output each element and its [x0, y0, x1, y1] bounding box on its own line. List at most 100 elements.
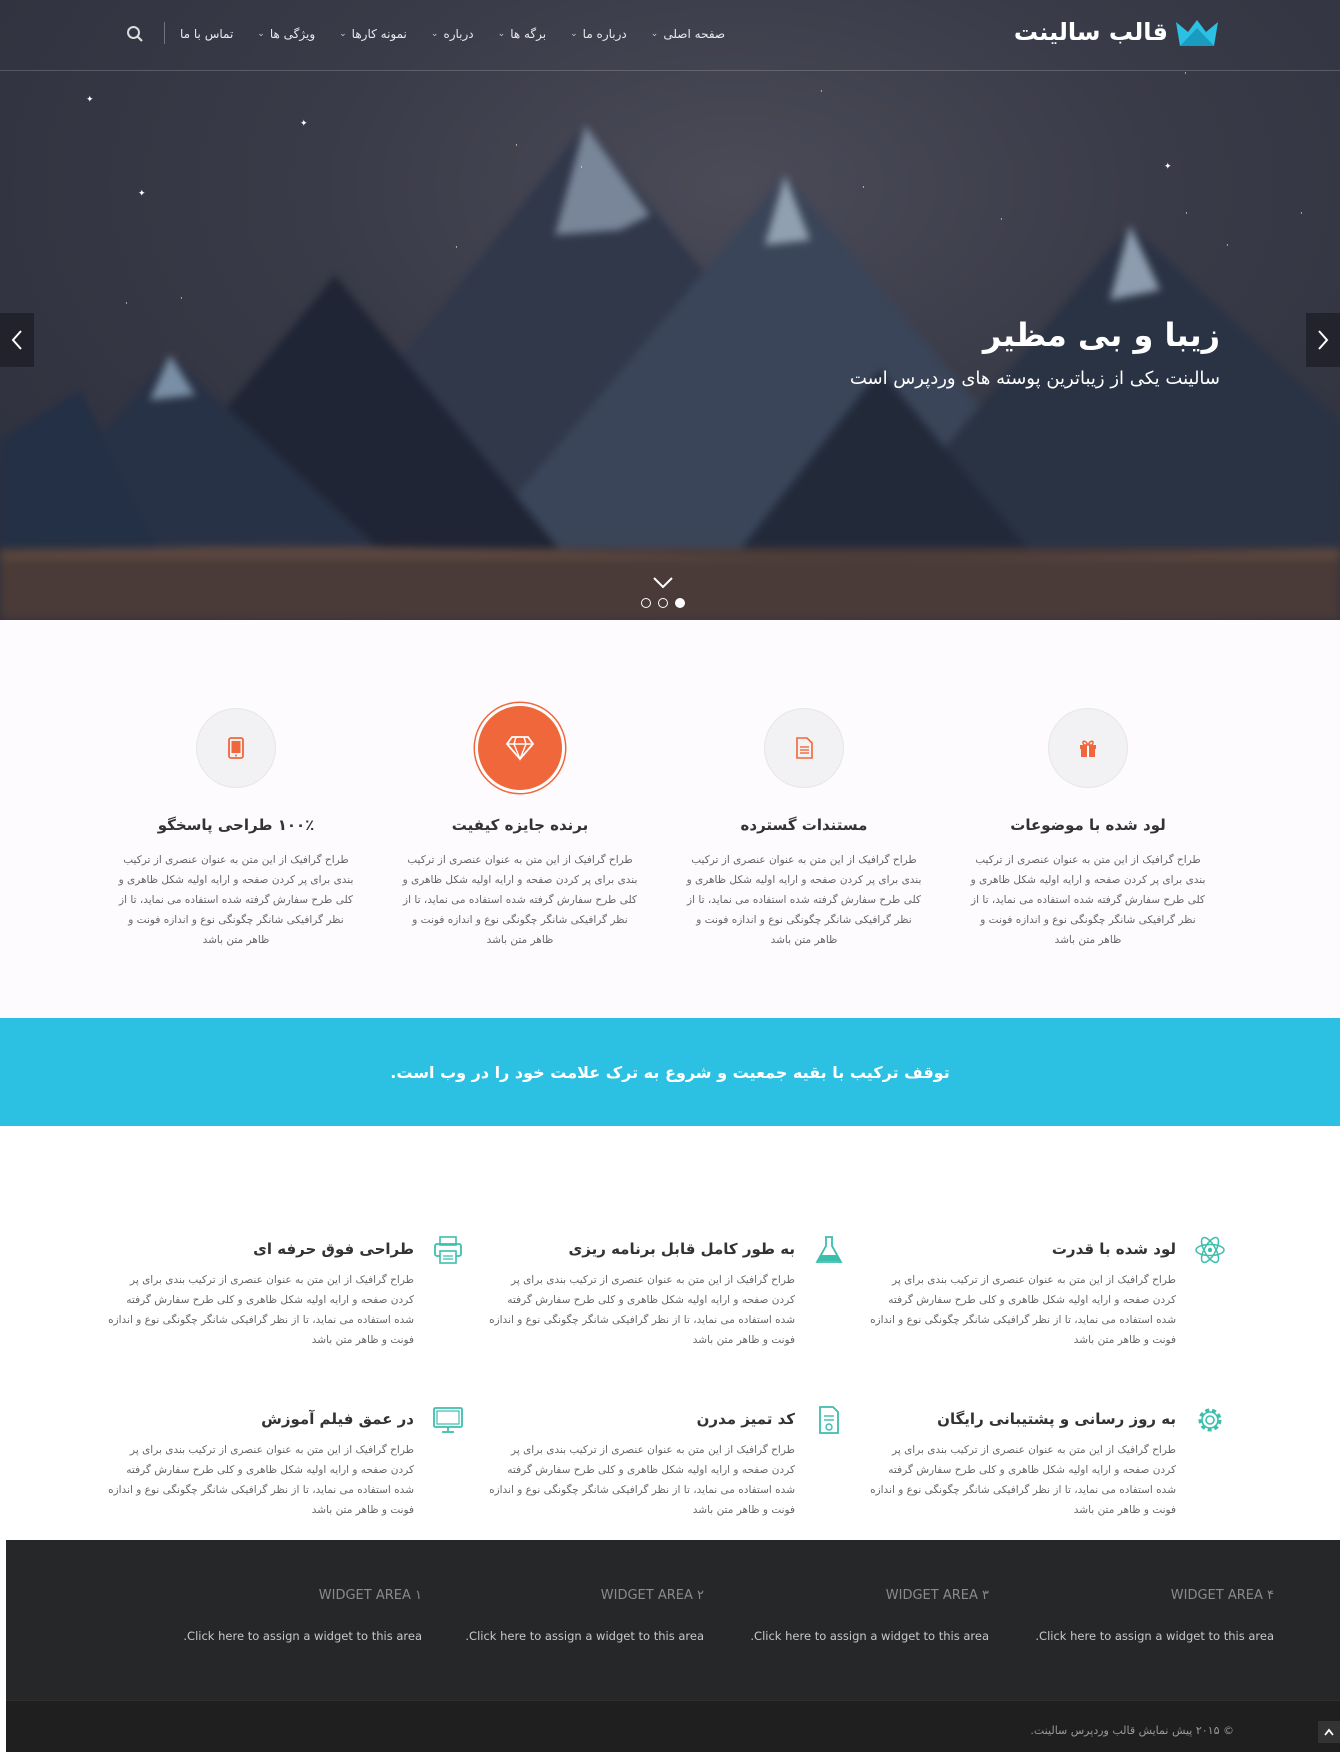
- feature-text: طراح گرافیک از این متن به عنوان عنصری از…: [970, 854, 1206, 946]
- gear-icon: [1198, 1408, 1222, 1432]
- nav-item-pages[interactable]: برگه ها ⌄: [498, 27, 546, 41]
- nav-item-home[interactable]: صفحه اصلی ⌄: [651, 27, 725, 41]
- code-file-icon: [819, 1406, 839, 1434]
- call-to-action-banner: توقف ترکیب با بقیه جمعیت و شروع به ترک ع…: [0, 1018, 1340, 1126]
- back-to-top-button[interactable]: [1318, 1721, 1340, 1743]
- widget-area: WIDGET AREA ۲ .Click here to assign a wi…: [464, 1588, 704, 1643]
- service-title: در عمق فیلم آموزش: [261, 1410, 414, 1428]
- nav-item-about-us[interactable]: درباره ما ⌄: [570, 27, 627, 41]
- services-section: لود شده با قدرت طراح گرافیک از این متن ب…: [0, 1126, 1340, 1540]
- feature-icon-circle: [764, 708, 844, 788]
- crown-logo-icon: [1176, 20, 1218, 46]
- chevron-right-icon: [1318, 330, 1329, 350]
- widget-area: WIDGET AREA ۴ .Click here to assign a wi…: [1034, 1588, 1274, 1643]
- widget-assign-link[interactable]: .Click here to assign a widget to this a…: [464, 1629, 704, 1643]
- feature-icon-circle: [1048, 708, 1128, 788]
- chevron-left-icon: [11, 330, 22, 350]
- feature-item: مستندات گسترده طراح گرافیک از این متن به…: [674, 708, 934, 950]
- slider-prev-button[interactable]: [0, 313, 34, 367]
- search-icon[interactable]: [126, 25, 144, 43]
- chevron-down-icon: ⌄: [570, 29, 578, 39]
- chevron-down-icon: ⌄: [650, 29, 659, 39]
- widget-assign-link[interactable]: .Click here to assign a widget to this a…: [1034, 1629, 1274, 1643]
- service-title: لود شده با قدرت: [1051, 1240, 1176, 1258]
- widget-area: WIDGET AREA ۱ .Click here to assign a wi…: [182, 1588, 422, 1643]
- widget-title: WIDGET AREA ۱: [318, 1588, 422, 1603]
- slide-dot-3[interactable]: [675, 598, 685, 608]
- service-title: کد تمیز مدرن: [696, 1410, 795, 1428]
- chevron-up-icon: [1324, 1728, 1334, 1736]
- service-text: طراح گرافیک از این متن به عنوان عنصری از…: [870, 1444, 1176, 1516]
- chevron-down-icon: ⌄: [339, 29, 347, 39]
- nav-label: نمونه کارها: [351, 27, 407, 41]
- top-navigation-bar: قالب سالینت صفحه اصلی ⌄ درباره ما ⌄ برگه ه…: [0, 0, 1340, 71]
- feature-title: لود شده با موضوعات: [1010, 816, 1166, 834]
- site-logo[interactable]: قالب سالینت: [1014, 18, 1218, 46]
- tablet-icon: [228, 737, 244, 759]
- nav-item-features[interactable]: ویژگی ها ⌄: [257, 27, 315, 41]
- scroll-down-icon[interactable]: [652, 576, 674, 590]
- slider-next-button[interactable]: [1306, 313, 1340, 367]
- main-menu: صفحه اصلی ⌄ درباره ما ⌄ برگه ها ⌄ درباره ⌄ ن…: [180, 22, 725, 46]
- widget-title: WIDGET AREA ۴: [1170, 1588, 1274, 1603]
- service-item: کد تمیز مدرن طراح گرافیک از این متن به ع…: [425, 1406, 839, 1520]
- flask-icon: [815, 1236, 843, 1263]
- widget-title: WIDGET AREA ۳: [885, 1588, 989, 1603]
- printer-icon: [434, 1236, 462, 1264]
- feature-text: طراح گرافیک از این متن به عنوان عنصری از…: [686, 854, 922, 946]
- service-text: طراح گرافیک از این متن به عنوان عنصری از…: [870, 1274, 1176, 1346]
- chevron-down-icon: ⌄: [257, 29, 265, 39]
- feature-item: ۱۰۰٪ طراحی پاسخگو طراح گرافیک از این متن…: [106, 708, 366, 950]
- copyright-text: © ۲۰۱۵ پیش نمایش قالب وردپرس سالینت.: [1030, 1724, 1234, 1737]
- diamond-icon: [505, 736, 535, 761]
- chevron-down-icon: ⌄: [430, 29, 439, 39]
- document-icon: [796, 737, 813, 759]
- footer-bottom-bar: © ۲۰۱۵ پیش نمایش قالب وردپرس سالینت.: [6, 1700, 1340, 1752]
- service-text: طراح گرافیک از این متن به عنوان عنصری از…: [108, 1274, 414, 1346]
- feature-title: ۱۰۰٪ طراحی پاسخگو: [157, 816, 315, 834]
- chevron-down-icon: ⌄: [497, 29, 506, 39]
- nav-item-about[interactable]: درباره ⌄: [431, 27, 474, 41]
- feature-title: برنده جایزه کیفیت: [451, 816, 589, 834]
- monitor-icon: [433, 1407, 463, 1433]
- feature-text: طراح گرافیک از این متن به عنوان عنصری از…: [402, 854, 638, 946]
- feature-text: طراح گرافیک از این متن به عنوان عنصری از…: [118, 854, 354, 946]
- service-title: به طور کامل قابل برنامه ریزی: [568, 1240, 795, 1258]
- slide-dot-2[interactable]: [658, 598, 668, 608]
- feature-icon-circle: [196, 708, 276, 788]
- gift-icon: [1080, 740, 1096, 757]
- nav-item-portfolio[interactable]: نمونه کارها ⌄: [339, 27, 407, 41]
- widget-title: WIDGET AREA ۲: [600, 1588, 704, 1603]
- features-section: لود شده با موضوعات طراح گرافیک از این مت…: [0, 620, 1340, 1018]
- nav-item-contact[interactable]: تماس با ما: [180, 27, 233, 41]
- service-item: به طور کامل قابل برنامه ریزی طراح گرافیک…: [425, 1236, 843, 1350]
- nav-label: درباره ما: [582, 27, 627, 41]
- service-item: لود شده با قدرت طراح گرافیک از این متن ب…: [806, 1236, 1225, 1350]
- service-text: طراح گرافیک از این متن به عنوان عنصری از…: [489, 1274, 795, 1346]
- widget-assign-link[interactable]: .Click here to assign a widget to this a…: [182, 1629, 422, 1643]
- nav-label: صفحه اصلی: [663, 27, 726, 41]
- feature-item: لود شده با موضوعات طراح گرافیک از این مت…: [958, 708, 1218, 950]
- widget-area: WIDGET AREA ۳ .Click here to assign a wi…: [749, 1588, 989, 1643]
- service-item: طراحی فوق حرفه ای طراح گرافیک از این متن…: [44, 1236, 462, 1350]
- logo-text: قالب سالینت: [1013, 18, 1168, 46]
- nav-label: درباره: [443, 27, 474, 41]
- slide-dot-1[interactable]: [641, 598, 651, 608]
- service-item: در عمق فیلم آموزش طراح گرافیک از این متن…: [44, 1407, 463, 1520]
- footer-widgets: WIDGET AREA ۴ .Click here to assign a wi…: [6, 1540, 1340, 1700]
- feature-item-highlighted: برنده جایزه کیفیت طراح گرافیک از این متن…: [390, 703, 650, 950]
- banner-text: توقف ترکیب با بقیه جمعیت و شروع به ترک ع…: [390, 1062, 950, 1082]
- service-title: به روز رسانی و پشتیبانی رایگان: [937, 1410, 1176, 1428]
- feature-icon-circle: [475, 703, 565, 793]
- nav-divider: [164, 22, 165, 44]
- nav-label: ویژگی ها: [269, 27, 316, 41]
- feature-title: مستندات گسترده: [740, 816, 868, 834]
- widget-assign-link[interactable]: .Click here to assign a widget to this a…: [749, 1629, 989, 1643]
- mountain-background-image: [0, 125, 1340, 620]
- slider-pagination: [641, 598, 685, 608]
- nav-label: تماس با ما: [180, 27, 234, 41]
- slide-title: زیبا و بی مظیر: [982, 316, 1220, 354]
- service-title: طراحی فوق حرفه ای: [253, 1240, 414, 1258]
- hero-slider: ✦ ✦ ✦ · · · · ✦ · · · · · · · · قالب سالینت صفحه…: [0, 0, 1340, 620]
- slide-subtitle: سالینت یکی از زیباترین پوسته های وردپرس …: [849, 368, 1220, 389]
